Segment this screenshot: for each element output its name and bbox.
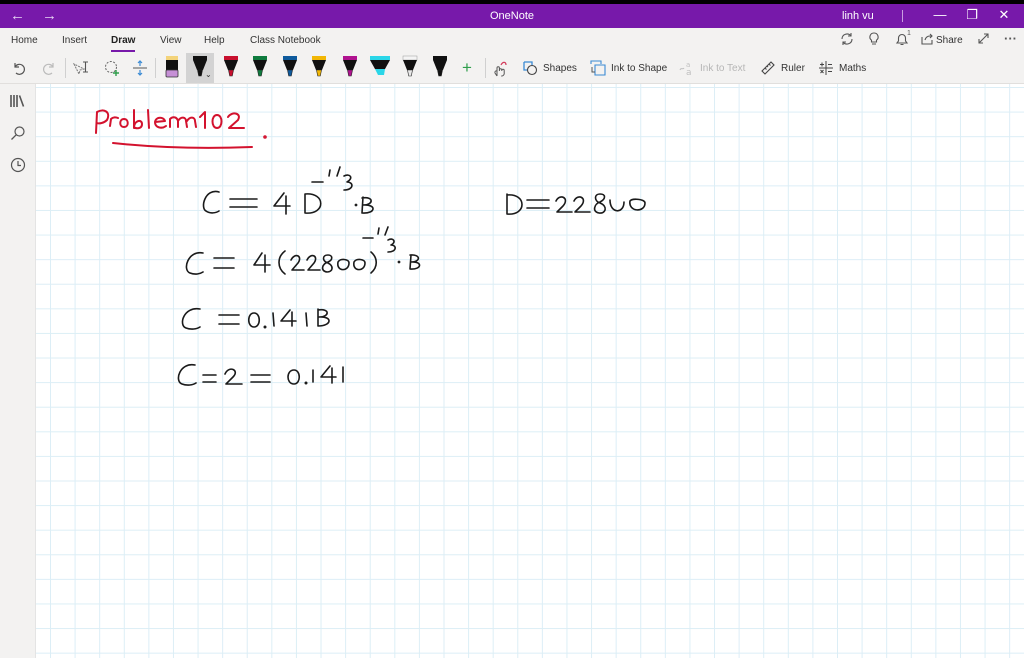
svg-text:a: a [686, 68, 692, 76]
shapes-icon [523, 61, 538, 76]
share-button[interactable]: Share [936, 35, 963, 46]
pen-options-chevron-icon[interactable]: ⌄ [205, 70, 212, 79]
ink-layer [95, 109, 646, 386]
pen-green-pen[interactable] [246, 53, 274, 83]
tab-class-notebook[interactable]: Class Notebook [250, 35, 321, 46]
ink-equation-1 [202, 166, 374, 215]
maths-icon [819, 61, 833, 75]
tab-view[interactable]: View [160, 35, 182, 46]
toolbar-divider [65, 58, 66, 78]
lightbulb-icon[interactable] [868, 32, 880, 49]
ink-to-shape-label: Ink to Shape [611, 62, 668, 74]
toolbar-divider [155, 58, 156, 78]
redo-icon [41, 54, 57, 82]
ink-to-text-button: aa Ink to Text [679, 54, 745, 82]
restore-button[interactable]: ❐ [962, 7, 982, 23]
tab-home[interactable]: Home [11, 35, 38, 46]
pen-magenta-galaxy-pen[interactable] [336, 53, 364, 83]
ruler-label: Ruler [781, 62, 805, 74]
share-icon[interactable] [921, 32, 934, 48]
pen-eraser[interactable] [158, 53, 186, 83]
titlebar-divider [902, 10, 903, 22]
shapes-button[interactable]: Shapes [522, 54, 577, 82]
lasso-type-select-icon[interactable] [72, 54, 90, 82]
ink-to-text-label: Ink to Text [700, 62, 746, 74]
pen-black-pen-selected[interactable]: ⌄ [186, 53, 214, 83]
close-button[interactable]: ✕ [994, 7, 1014, 23]
user-name[interactable]: linh vu [842, 10, 874, 22]
ink-to-shape-icon [590, 60, 606, 76]
pen-red-pen[interactable] [217, 53, 245, 83]
undo-icon[interactable] [11, 54, 27, 82]
search-icon[interactable] [9, 124, 27, 142]
lasso-select-icon[interactable] [103, 54, 121, 82]
ink-equation-2 [185, 226, 421, 275]
tab-insert[interactable]: Insert [62, 35, 87, 46]
ruler-icon [761, 61, 775, 75]
ribbon: Home Insert Draw View Help Class Noteboo… [0, 28, 1024, 84]
touch-draw-icon[interactable] [492, 54, 508, 82]
expand-icon[interactable] [977, 32, 990, 48]
ink-equation-d-value [506, 193, 646, 215]
navigation-sidebar [0, 84, 36, 658]
more-options-icon[interactable]: ··· [1004, 31, 1017, 46]
notifications-count: 1 [907, 30, 911, 37]
toolbar-divider [485, 58, 486, 78]
pen-cyan-highlighter[interactable] [366, 53, 394, 83]
title-bar: ← → OneNote linh vu — ❐ ✕ [0, 4, 1024, 28]
pen-yellow-pen[interactable] [305, 53, 333, 83]
ink-to-shape-button[interactable]: Ink to Shape [590, 54, 667, 82]
ink-equation-3 [181, 308, 330, 330]
ruler-button[interactable]: Ruler [760, 54, 805, 82]
recent-notes-icon[interactable] [9, 156, 27, 174]
pen-white-pen[interactable] [396, 53, 424, 83]
shapes-label: Shapes [543, 62, 577, 74]
pen-blue-pen[interactable] [276, 53, 304, 83]
notebooks-icon[interactable] [9, 92, 27, 110]
add-space-icon[interactable] [132, 54, 148, 82]
tab-help[interactable]: Help [204, 35, 225, 46]
tab-draw[interactable]: Draw [111, 35, 136, 52]
ink-to-text-icon: aa [679, 61, 692, 76]
pen-black-pen[interactable] [426, 53, 454, 83]
ink-title-problem-102 [95, 109, 267, 149]
minimize-button[interactable]: — [930, 7, 950, 22]
maths-button[interactable]: Maths [818, 54, 866, 82]
ink-equation-4 [177, 364, 344, 386]
sync-icon[interactable] [840, 32, 854, 49]
note-page-canvas[interactable] [36, 84, 1024, 658]
add-pen-button[interactable]: + [462, 54, 472, 82]
maths-label: Maths [839, 62, 867, 74]
